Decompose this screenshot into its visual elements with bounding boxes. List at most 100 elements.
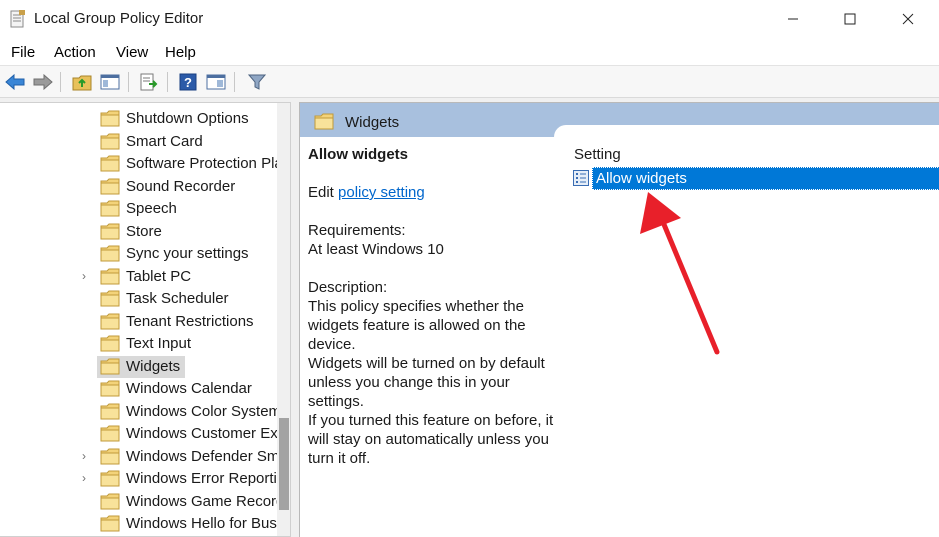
tree-item-label: Windows Error Reporti [126,470,277,487]
menu-action[interactable]: Action [54,44,96,61]
tree-item-label: Store [126,222,162,240]
folder-up-icon [72,75,92,91]
edit-line: Edit policy setting [308,183,558,202]
show-hide-tree-button[interactable] [99,71,121,93]
minimize-icon [788,18,798,20]
console-tree-icon [100,74,120,90]
tree-item[interactable]: Sound Recorder [0,176,276,198]
folder-icon [100,290,120,307]
policy-editor-app-icon [10,10,25,28]
expand-chevron-icon[interactable]: › [82,449,92,463]
tree-item[interactable]: › Tablet PC [0,266,276,288]
description-text: This policy specifies whether the widgets… [308,297,558,468]
menu-help[interactable]: Help [165,44,196,61]
help-button[interactable]: ? [177,71,199,93]
folder-icon [314,113,334,130]
tree-item[interactable]: Software Protection Pla [0,153,283,175]
close-icon [902,13,914,25]
tree-item-label: Text Input [126,335,192,352]
tree-item-label: Task Scheduler [126,290,229,307]
svg-text:?: ? [184,75,192,90]
tree-item[interactable]: Windows Hello for Bus [0,513,277,535]
extended-tab-edge [554,125,939,139]
tree-item-label: Speech [126,200,177,217]
tree-item-label: Sound Recorder [126,177,236,195]
tree-item[interactable]: Speech [0,198,276,220]
folder-icon [100,380,120,397]
toolbar-separator [167,72,168,92]
description-line: This policy specifies whether the [308,298,524,315]
menu-file[interactable]: File [11,44,35,61]
folder-icon [100,200,120,217]
export-list-icon [140,73,158,91]
tree-item[interactable]: Windows Color System [0,401,281,423]
tree-item[interactable]: › Windows Defender Sm [0,446,280,468]
tree-item[interactable]: Smart Card [0,131,276,153]
title-bar: Local Group Policy Editor [0,0,939,38]
minimize-button[interactable] [764,0,822,38]
back-button[interactable] [4,71,26,93]
tree-item-label: Windows Defender Sm [126,447,280,465]
folder-icon [100,245,120,262]
tree-item-label: Windows Calendar [126,380,252,397]
setting-column-header[interactable]: Setting [574,146,621,163]
tree-scrollbar-thumb[interactable] [279,418,289,510]
export-list-button[interactable] [138,71,160,93]
extended-view-icon [206,74,226,90]
tree-item-label: Windows Customer Ex [126,425,278,442]
tree-item-label: Shutdown Options [126,110,249,127]
up-one-level-button[interactable] [71,71,93,93]
close-button[interactable] [879,0,937,38]
tree-item[interactable]: Widgets [0,355,276,378]
edit-prefix: Edit [308,184,339,201]
filter-button[interactable] [246,71,268,93]
description-line: unless you change this in your [308,374,510,391]
forward-arrow-icon [33,74,53,90]
maximize-button[interactable] [821,0,879,38]
details-header: Widgets [300,103,939,139]
tree-item[interactable]: Shutdown Options [0,108,276,130]
extended-view-button[interactable] [205,71,227,93]
tree-item-label: Tenant Restrictions [126,312,254,330]
tree-item[interactable]: Store [0,221,276,243]
tree-item[interactable]: › Windows Error Reporti [0,468,277,490]
tree-item[interactable]: Text Input [0,333,276,355]
tree-item[interactable]: Sync your settings [0,243,276,265]
tree-item[interactable]: Task Scheduler [0,288,276,310]
description-line: If you turned this feature on before, it [308,412,554,429]
expand-chevron-icon[interactable]: › [82,471,92,485]
tree-item[interactable]: Tenant Restrictions [0,311,276,333]
tree-item-label: Tablet PC [126,267,192,285]
tree-item-label: Windows Game Record [126,492,285,510]
console-tree[interactable]: Shutdown Options Smart Card Software Prote… [0,102,291,537]
policy-setting-link[interactable]: policy setting [338,184,425,201]
toolbar-separator [128,72,129,92]
folder-icon [100,425,120,442]
toolbar-separator [60,72,61,92]
tree-item[interactable]: Windows Customer Ex [0,423,278,445]
maximize-icon [844,13,856,25]
folder-icon [100,515,120,532]
setting-row-allow-widgets[interactable]: Allow widgets [571,167,939,190]
folder-icon [100,178,120,194]
forward-button[interactable] [32,71,54,93]
folder-icon [100,470,120,487]
folder-icon [100,448,120,464]
details-header-title: Widgets [345,114,400,131]
filter-icon [248,74,266,90]
tree-item[interactable]: Windows Calendar [0,378,276,400]
description-line: Widgets will be turned on by default [308,355,545,372]
policy-description-panel: Allow widgets Edit policy setting Requir… [308,145,558,468]
folder-icon [100,313,120,329]
tree-item-label: Windows Color System [126,402,282,420]
window-title: Local Group Policy Editor [34,10,204,27]
toolbar-separator [234,72,235,92]
menu-view[interactable]: View [116,44,148,61]
help-icon: ? [179,73,197,91]
tree-item[interactable]: Windows Game Record [0,491,284,513]
tree-item-label: Windows Hello for Bus [126,515,277,532]
folder-icon [100,223,120,239]
expand-chevron-icon[interactable]: › [82,269,92,283]
folder-icon [100,335,120,352]
folder-icon [100,133,120,149]
